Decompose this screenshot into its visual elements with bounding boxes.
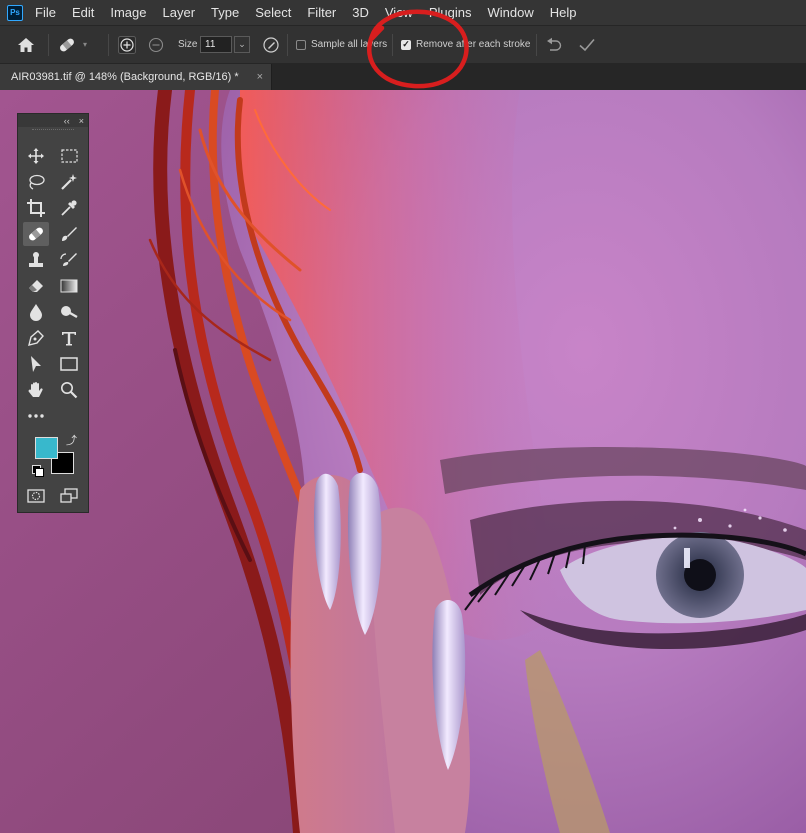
- circle-minus-icon: [148, 37, 164, 52]
- undo-icon: [547, 37, 562, 51]
- crop-tool-icon[interactable]: [23, 196, 49, 220]
- divider: [536, 34, 537, 56]
- divider: [48, 34, 49, 56]
- checkmark-icon: [579, 38, 595, 51]
- dodge-tool-icon[interactable]: [56, 300, 82, 324]
- marquee-tool-icon[interactable]: [56, 144, 82, 168]
- foreground-color-swatch[interactable]: [35, 437, 58, 459]
- home-icon: [18, 37, 34, 52]
- circle-plus-icon: [118, 35, 136, 54]
- size-dropdown-button[interactable]: ⌄: [234, 36, 250, 53]
- menu-file[interactable]: File: [31, 5, 64, 20]
- tools-panel: ‹‹ × ⤴: [17, 113, 89, 513]
- menu-window[interactable]: Window: [479, 5, 541, 20]
- collapse-panel-icon[interactable]: ‹‹: [64, 116, 70, 126]
- quick-mask-icon[interactable]: [23, 484, 49, 508]
- subtract-mode-button[interactable]: [148, 26, 164, 63]
- size-label: Size: [178, 39, 198, 50]
- photo-artwork: [0, 90, 806, 833]
- path-selection-tool-icon[interactable]: [23, 352, 49, 376]
- history-brush-tool-icon[interactable]: [56, 248, 82, 272]
- swap-colors-icon[interactable]: ⤴: [66, 432, 77, 448]
- add-mode-button[interactable]: [118, 26, 136, 63]
- sample-all-layers-checkbox[interactable]: [296, 39, 306, 50]
- rectangle-tool-icon[interactable]: [56, 352, 82, 376]
- eyedropper-tool-icon[interactable]: [56, 196, 82, 220]
- brush-tool-icon[interactable]: [56, 222, 82, 246]
- menu-select[interactable]: Select: [247, 5, 299, 20]
- clone-stamp-tool-icon[interactable]: [23, 248, 49, 272]
- type-tool-icon[interactable]: [56, 326, 82, 350]
- blur-tool-icon[interactable]: [23, 300, 49, 324]
- screen-mode-icon[interactable]: [56, 484, 82, 508]
- document-tab[interactable]: AIR03981.tif @ 148% (Background, RGB/16)…: [0, 64, 272, 90]
- photoshop-logo[interactable]: Ps: [7, 4, 23, 21]
- remove-tool-icon: [60, 38, 74, 51]
- zoom-tool-icon[interactable]: [56, 378, 82, 402]
- pen-pressure-icon: [263, 36, 279, 53]
- more-tools-icon[interactable]: [23, 404, 49, 428]
- menu-layer[interactable]: Layer: [155, 5, 204, 20]
- remove-tool-icon[interactable]: [23, 222, 49, 246]
- size-input[interactable]: 11: [200, 36, 232, 53]
- commit-button[interactable]: [578, 26, 596, 63]
- menu-edit[interactable]: Edit: [64, 5, 102, 20]
- home-button[interactable]: [17, 26, 35, 63]
- hand-tool-icon[interactable]: [23, 378, 49, 402]
- eraser-tool-icon[interactable]: [23, 274, 49, 298]
- annotation-circle: [367, 9, 469, 89]
- divider: [287, 34, 288, 56]
- menu-type[interactable]: Type: [203, 5, 247, 20]
- panel-grip[interactable]: [32, 129, 74, 136]
- divider: [108, 34, 109, 56]
- close-tab-icon[interactable]: ×: [257, 71, 263, 83]
- tools-panel-header[interactable]: ‹‹ ×: [18, 114, 88, 127]
- menu-help[interactable]: Help: [542, 5, 585, 20]
- magic-wand-tool-icon[interactable]: [56, 170, 82, 194]
- menu-image[interactable]: Image: [102, 5, 154, 20]
- menu-filter[interactable]: Filter: [299, 5, 344, 20]
- chevron-down-icon: ▾: [83, 40, 88, 49]
- lasso-tool-icon[interactable]: [23, 170, 49, 194]
- document-canvas[interactable]: [0, 90, 806, 833]
- chevron-down-icon: ⌄: [238, 39, 246, 49]
- pen-tool-icon[interactable]: [23, 326, 49, 350]
- close-panel-icon[interactable]: ×: [79, 116, 84, 126]
- tool-preset-picker[interactable]: ▾: [57, 26, 87, 63]
- pressure-size-button[interactable]: [262, 26, 280, 63]
- document-title: AIR03981.tif @ 148% (Background, RGB/16)…: [11, 71, 239, 83]
- default-colors-icon-front[interactable]: [35, 468, 44, 477]
- gradient-tool-icon[interactable]: [56, 274, 82, 298]
- undo-cancel-button[interactable]: [545, 26, 563, 63]
- move-tool-icon[interactable]: [23, 144, 49, 168]
